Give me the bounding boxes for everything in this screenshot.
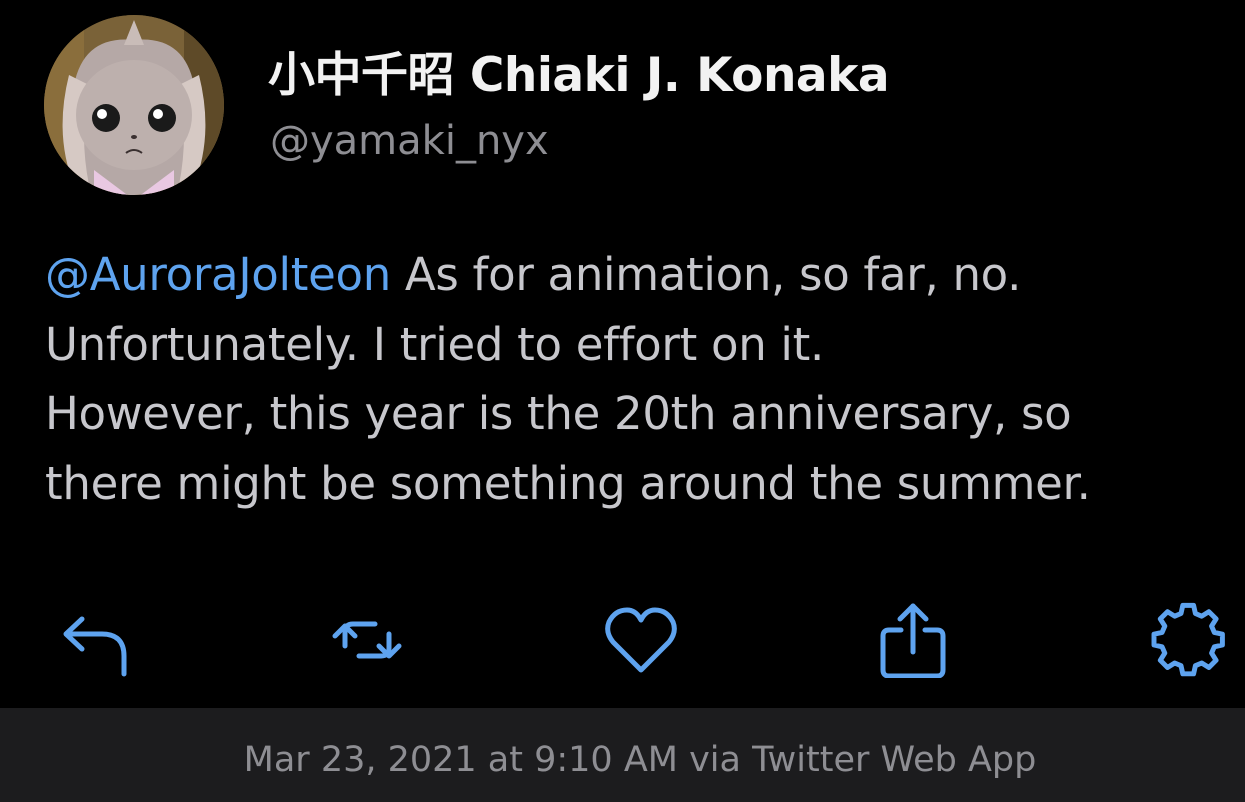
avatar[interactable] [44, 15, 224, 195]
tweet-footer: Mar 23, 2021 at 9:10 AM via Twitter Web … [0, 708, 1245, 802]
gear-icon [1151, 602, 1225, 677]
reply-button[interactable] [52, 600, 132, 680]
mention-link[interactable]: @AuroraJolteon [45, 248, 391, 301]
retweet-button[interactable] [327, 600, 407, 680]
like-button[interactable] [601, 600, 681, 680]
reply-icon [63, 616, 127, 677]
retweet-icon [332, 621, 402, 659]
share-button[interactable] [873, 600, 953, 680]
tweet-text: @AuroraJolteon As for animation, so far,… [45, 240, 1225, 518]
user-handle[interactable]: @yamaki_nyx [270, 115, 549, 167]
avatar-image [44, 15, 224, 195]
timestamp[interactable]: Mar 23, 2021 at 9:10 AM via Twitter Web … [0, 738, 1245, 782]
settings-button[interactable] [1148, 600, 1228, 680]
action-bar [0, 600, 1245, 680]
heart-icon [605, 607, 677, 673]
share-icon [880, 603, 946, 678]
display-name[interactable]: 小中千昭 Chiaki J. Konaka [268, 46, 890, 106]
